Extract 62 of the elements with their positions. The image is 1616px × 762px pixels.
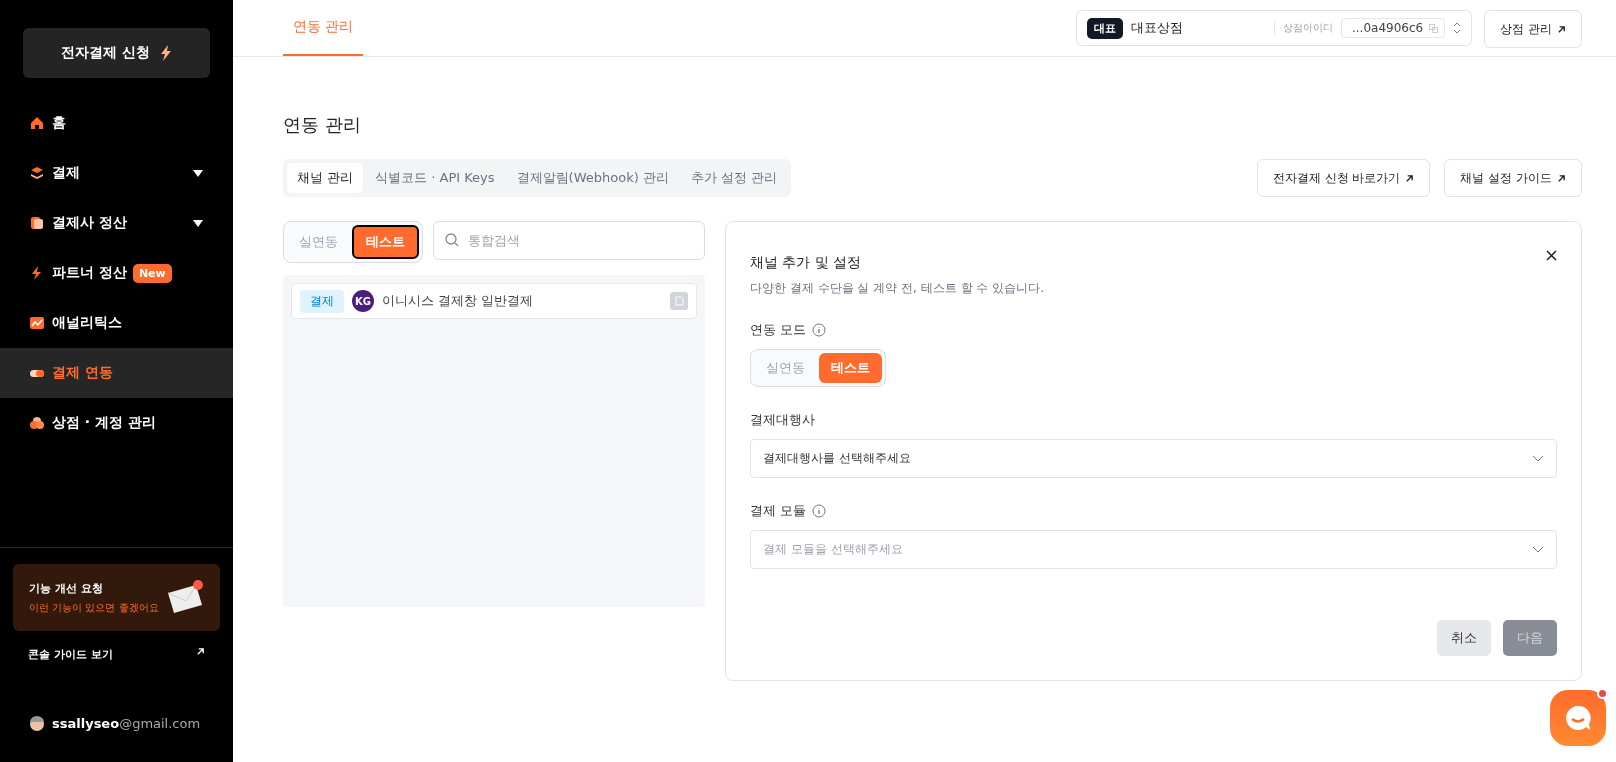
merchant-id: ...0a4906c6 <box>1340 18 1446 38</box>
link-button[interactable]: 전자결제 신청 바로가기 <box>1256 159 1431 197</box>
sidebar-item[interactable]: 결제 <box>0 148 233 198</box>
sidebar-item[interactable]: 결제 연동 <box>0 348 233 398</box>
panel-subtitle: 다양한 결제 수단을 실 계약 전, 테스트 할 수 있습니다. <box>750 280 1045 297</box>
external-link-icon <box>1557 24 1566 34</box>
chart-icon <box>30 316 44 330</box>
external-link-icon <box>196 647 205 656</box>
main-badge: 대표 <box>1087 17 1124 39</box>
search-field[interactable]: 통합검색 <box>433 221 705 260</box>
merchant-selector[interactable]: 대표 대표상점 상점아이디 ...0a4906c6 <box>1076 10 1473 46</box>
apply-button[interactable]: 전자결제 신청 <box>23 28 210 78</box>
field-label: 결제 모듈 <box>750 502 807 520</box>
close-button[interactable] <box>1546 250 1557 261</box>
tab[interactable]: 결제알림(Webhook) 관리 <box>506 163 679 193</box>
pg-select[interactable]: 결제대행사를 선택해주세요 <box>750 439 1557 478</box>
chat-icon <box>1563 703 1593 733</box>
merchant-name: 대표상점 <box>1131 19 1185 37</box>
sidebar-item[interactable]: 애널리틱스 <box>0 298 233 348</box>
external-link-icon <box>1405 173 1415 183</box>
feedback-card[interactable]: 기능 개선 요청 이런 기능이 있으면 좋겠어요 <box>13 564 220 631</box>
feedback-subtitle: 이런 기능이 있으면 좋겠어요 <box>29 600 160 615</box>
store-manage-button[interactable]: 상점 관리 <box>1484 10 1582 48</box>
lightning-icon <box>159 45 172 61</box>
channel-item[interactable]: 결제 KG 이니시스 결제창 일반결제 <box>291 283 697 319</box>
tab[interactable]: 채널 관리 <box>287 163 364 193</box>
sidebar-item[interactable]: 파트너 정산 New <box>0 248 233 298</box>
field-label: 연동 모드 <box>750 321 807 339</box>
sidebar-item[interactable]: 홈 <box>0 98 233 148</box>
channel-name: 이니시스 결제창 일반결제 <box>382 292 535 310</box>
user-email: ssallyseo@gmail.com <box>52 715 201 731</box>
search-icon <box>445 233 459 247</box>
merchant-id-label: 상점아이디 <box>1273 21 1333 35</box>
info-icon <box>812 323 827 337</box>
layers-icon <box>30 166 44 180</box>
channel-logo: KG <box>352 290 374 312</box>
copy-icon[interactable] <box>1429 23 1439 33</box>
chat-button[interactable] <box>1550 690 1606 746</box>
cancel-button[interactable]: 취소 <box>1437 620 1491 656</box>
chevron-down-icon <box>1532 545 1544 554</box>
page-title: 연동 관리 <box>283 113 362 137</box>
avatar-icon <box>28 714 46 732</box>
guide-link[interactable]: 콘솔 가이드 보기 <box>28 647 205 662</box>
tab[interactable]: 추가 설정 관리 <box>680 163 788 193</box>
tab[interactable]: 식별코드 · API Keys <box>365 163 505 193</box>
sidebar-item[interactable]: 결제사 정산 <box>0 198 233 248</box>
doc-icon <box>30 216 44 230</box>
field-label: 결제대행사 <box>750 411 815 429</box>
bolt-icon <box>30 266 44 280</box>
info-icon <box>812 504 827 518</box>
home-icon <box>30 116 44 130</box>
notification-dot <box>1597 688 1608 699</box>
link-button[interactable]: 채널 설정 가이드 <box>1444 159 1582 197</box>
close-icon <box>1546 250 1557 261</box>
panel-title: 채널 추가 및 설정 <box>750 254 862 272</box>
channel-tag: 결제 <box>300 289 344 313</box>
external-link-icon <box>1557 173 1566 183</box>
chevron-down-icon <box>1532 454 1544 463</box>
new-badge: New <box>132 263 172 283</box>
updown-chevron-icon <box>1453 22 1462 34</box>
sidebar-item[interactable]: 상점 · 계정 관리 <box>0 398 233 448</box>
feedback-title: 기능 개선 요청 <box>29 580 104 596</box>
